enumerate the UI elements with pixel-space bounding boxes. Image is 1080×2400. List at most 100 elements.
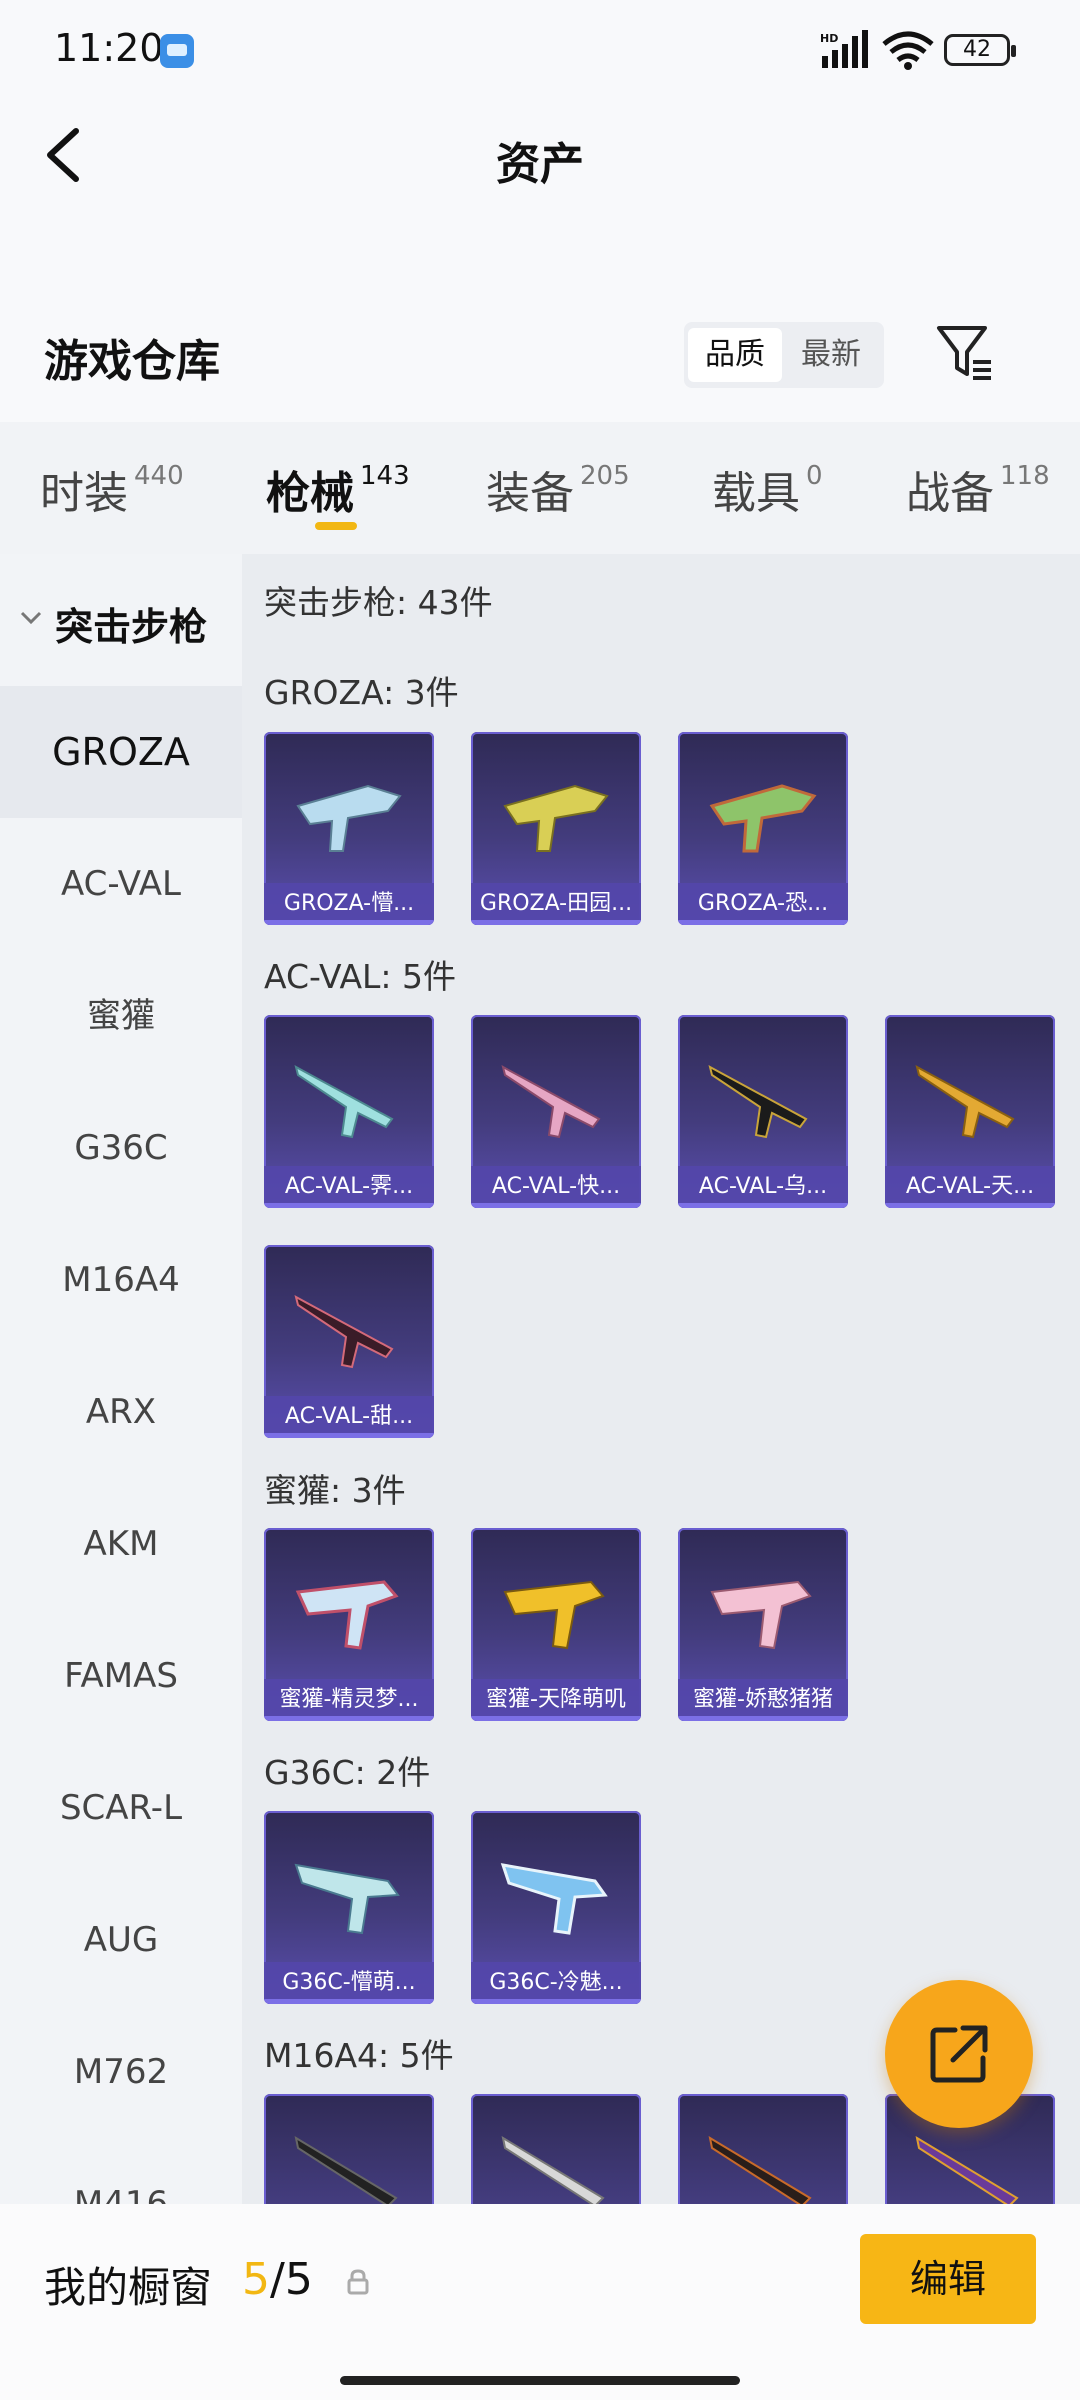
rarity-bar [264,1716,434,1721]
rifle-icon [709,784,817,853]
tab-equipment[interactable]: 装备 205 [486,457,630,519]
item-card[interactable]: AC-VAL-甜... [264,1245,434,1438]
sidebar-item-arx[interactable]: ARX [0,1346,242,1478]
rarity-bar [678,920,848,925]
item-name: AC-VAL-快... [471,1166,641,1208]
tab-label: 装备 [486,468,574,519]
rifle-icon [501,1065,601,1139]
rarity-bar [264,920,434,925]
item-name: 蜜獾-精灵梦... [264,1679,434,1721]
rifle-icon [708,1065,808,1139]
status-time: 11:20 [54,26,164,70]
item-card[interactable] [264,2094,434,2204]
battery-icon: 42 [944,34,1016,66]
tab-count: 0 [806,461,823,491]
rifle-icon [710,1580,812,1650]
tab-supplies[interactable]: 战备 118 [906,457,1050,519]
item-card[interactable]: G36C-冷魅... [471,1811,641,2004]
sidebar-item-akm[interactable]: AKM [0,1478,242,1610]
item-grid-area: 突击步枪: 43件 GROZA: 3件 GROZA-懵... GROZA-田园.… [242,554,1080,2204]
rifle-icon [294,2135,398,2204]
rarity-bar [471,1999,641,2004]
notification-app-icon [160,34,194,68]
item-card[interactable]: AC-VAL-乌... [678,1015,848,1208]
item-card[interactable]: G36C-懵萌... [264,1811,434,2004]
item-card[interactable]: AC-VAL-天... [885,1015,1055,1208]
rifle-icon [500,1863,608,1935]
svg-text:HD: HD [820,32,838,45]
item-name: GROZA-田园... [471,883,641,925]
showcase-bar: 我的橱窗 5 /5 编辑 [0,2204,1080,2400]
sidebar-item-m16a4[interactable]: M16A4 [0,1214,242,1346]
rifle-icon [915,1065,1015,1139]
share-icon [930,2025,988,2083]
status-bar: 11:20 HD 42 [0,0,1080,100]
wifi-icon [882,31,934,70]
item-card[interactable]: 蜜獾-娇憨猪猪 [678,1528,848,1721]
rarity-bar [471,1716,641,1721]
sidebar-item-aug[interactable]: AUG [0,1874,242,2006]
chevron-down-icon [20,611,42,625]
rifle-icon [503,1580,605,1650]
edit-button[interactable]: 编辑 [860,2234,1036,2324]
tab-label: 战备 [906,468,994,519]
section-header: M16A4: 5件 [264,2036,454,2075]
sort-newest-button[interactable]: 最新 [784,328,878,382]
item-card[interactable]: GROZA-田园... [471,732,641,925]
category-summary: 突击步枪: 43件 [264,583,493,622]
showcase-current-count: 5 [242,2254,270,2305]
sidebar-item-ac-val[interactable]: AC-VAL [0,818,242,950]
item-name: 蜜獾-天降萌叽 [471,1679,641,1721]
rarity-bar [885,1203,1055,1208]
rarity-bar [264,1999,434,2004]
filter-icon[interactable] [935,322,995,384]
rarity-bar [264,1203,434,1208]
item-card[interactable]: 蜜獾-天降萌叽 [471,1528,641,1721]
item-card[interactable] [471,2094,641,2204]
sidebar-item-g36c[interactable]: G36C [0,1082,242,1214]
tab-count: 143 [360,461,410,491]
tab-firearms[interactable]: 枪械 143 [266,457,410,519]
item-name: GROZA-懵... [264,883,434,925]
tab-count: 440 [134,461,184,491]
share-button[interactable] [885,1980,1033,2128]
section-header: 蜜獾: 3件 [264,1471,406,1510]
sidebar-item-honey-badger[interactable]: 蜜獾 [0,950,242,1082]
item-name: AC-VAL-天... [885,1166,1055,1208]
page-title: 资产 [496,139,584,190]
rifle-icon [294,1863,400,1935]
item-card[interactable] [678,2094,848,2204]
sidebar-category[interactable]: 突击步枪 [0,554,242,686]
tab-fashion[interactable]: 时装 440 [40,457,184,519]
item-card[interactable]: GROZA-恐... [678,732,848,925]
item-name: AC-VAL-霁... [264,1166,434,1208]
tab-vehicles[interactable]: 载具 0 [712,457,823,519]
tab-label: 枪械 [266,468,354,519]
sidebar: 突击步枪 GROZA AC-VAL 蜜獾 G36C M16A4 ARX AKM … [0,554,242,2224]
rifle-icon [294,1295,394,1369]
signal-icon: HD [820,30,868,68]
sidebar-category-label: 突击步枪 [55,605,208,649]
item-card[interactable]: 蜜獾-精灵梦... [264,1528,434,1721]
sidebar-item-scar-l[interactable]: SCAR-L [0,1742,242,1874]
lock-icon [347,2269,369,2295]
item-card[interactable]: AC-VAL-霁... [264,1015,434,1208]
rifle-icon [503,784,609,852]
item-card[interactable]: AC-VAL-快... [471,1015,641,1208]
sidebar-item-m762[interactable]: M762 [0,2006,242,2138]
rifle-icon [296,784,402,852]
rarity-bar [471,920,641,925]
item-name: G36C-冷魅... [471,1962,641,2004]
tab-label: 时装 [40,468,128,519]
section-header: AC-VAL: 5件 [264,957,457,996]
sidebar-item-groza[interactable]: GROZA [0,686,242,818]
sort-toggle: 品质 最新 [684,322,884,388]
rifle-icon [501,2135,605,2204]
item-name: 蜜獾-娇憨猪猪 [678,1679,848,1721]
sidebar-item-famas[interactable]: FAMAS [0,1610,242,1742]
item-card[interactable]: GROZA-懵... [264,732,434,925]
sort-quality-button[interactable]: 品质 [688,328,782,382]
rifle-icon [294,1065,394,1139]
showcase-label: 我的橱窗 [44,2263,213,2312]
section-header: GROZA: 3件 [264,673,459,712]
